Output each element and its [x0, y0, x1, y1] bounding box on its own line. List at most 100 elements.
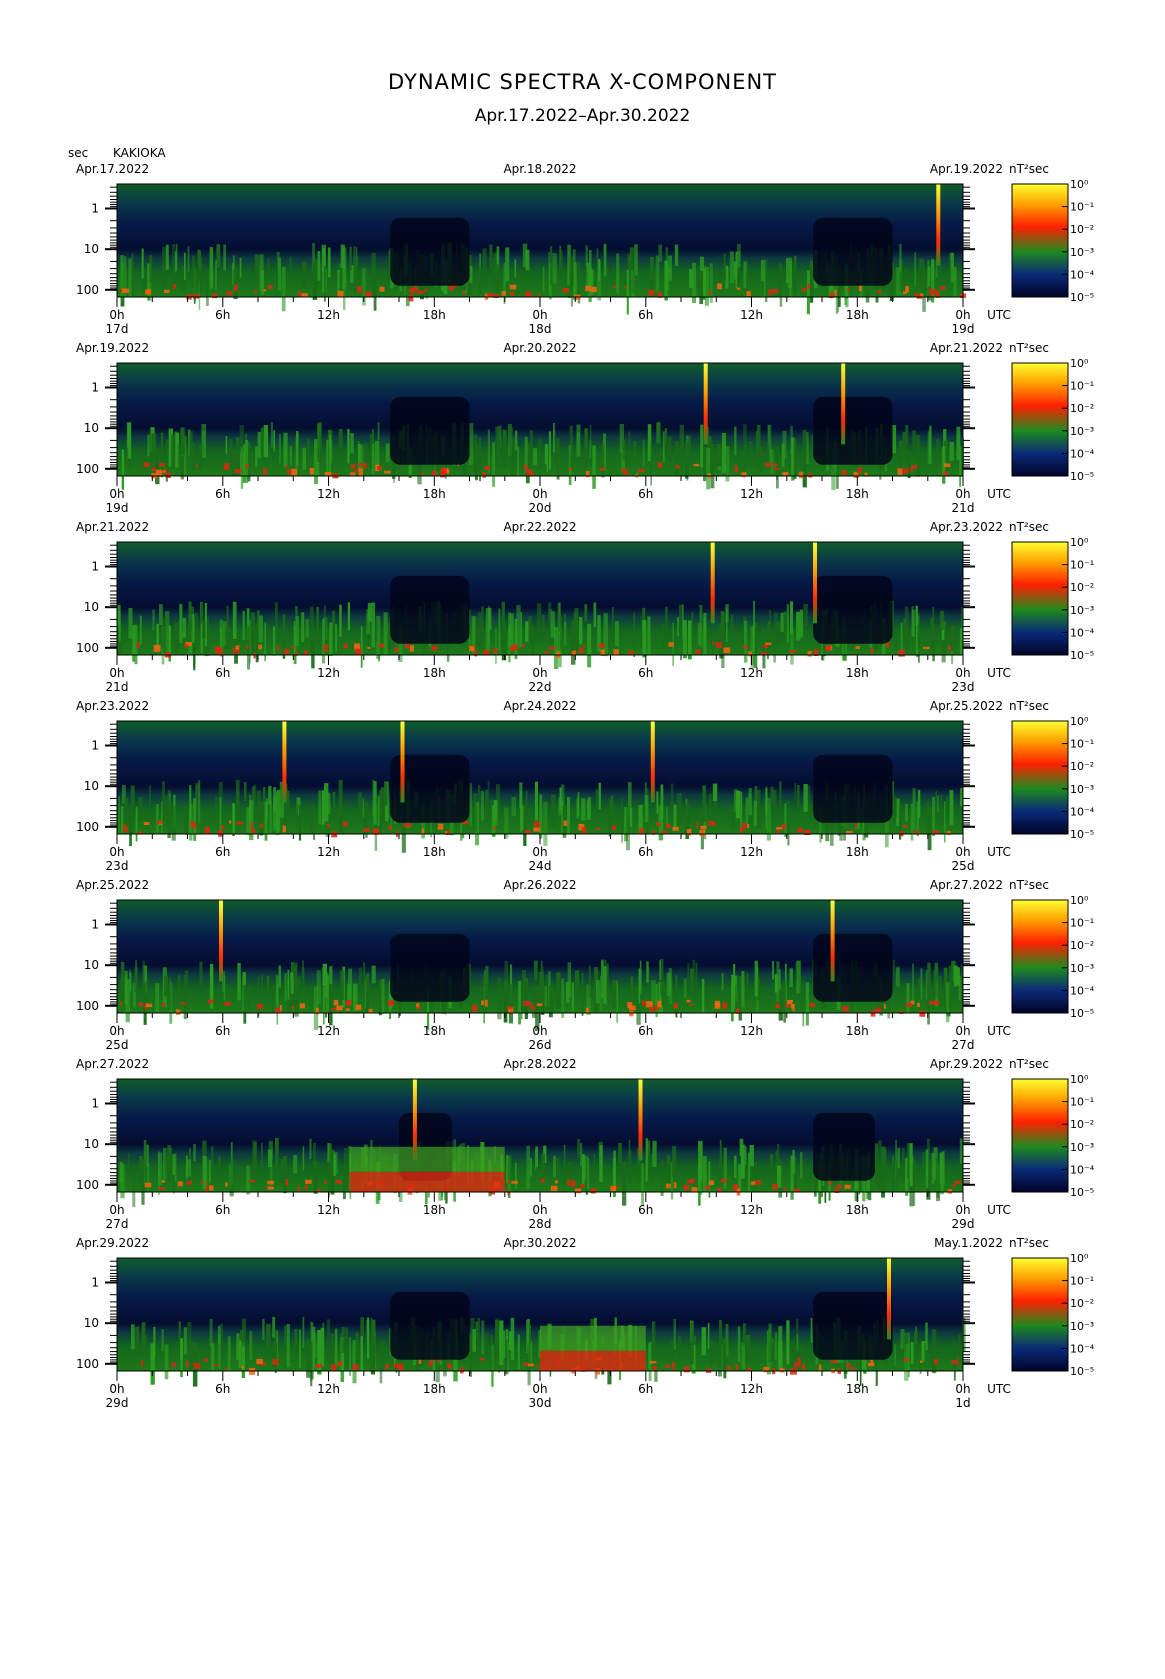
spectrogram-speckle: [764, 645, 769, 648]
x-tick-label: 0h: [532, 308, 547, 322]
spectrogram-streak: [628, 1150, 632, 1183]
spectrogram-speckle: [324, 1180, 327, 1185]
spectrogram-speckle: [936, 290, 940, 293]
panel-mid-date: Apr.20.2022: [503, 341, 576, 355]
spectrogram-streak: [675, 975, 678, 1018]
spectrogram-streak: [507, 612, 511, 648]
spectrogram-streak: [171, 806, 176, 841]
spectrogram-streak: [182, 618, 187, 638]
spectrogram-streak: [482, 248, 487, 285]
spectrogram-speckle: [897, 468, 903, 475]
spectrogram-streak: [936, 1165, 940, 1202]
spectrogram-streak: [570, 266, 573, 307]
spectrogram-streak: [802, 429, 807, 457]
spectrogram-streak: [949, 790, 954, 825]
spectrogram-streak: [232, 601, 237, 640]
spectrogram-streak: [274, 1331, 277, 1373]
spectrogram-streak: [660, 1160, 664, 1196]
spectrogram-speckle: [646, 1001, 653, 1008]
spectrogram-speckle: [285, 1179, 288, 1186]
spectrogram-speckle: [846, 1363, 851, 1368]
spectrogram-streak: [884, 1148, 887, 1179]
spectrogram-streak: [469, 265, 473, 283]
spectrogram-speckle: [171, 1362, 176, 1368]
spectrogram-streak: [388, 250, 391, 287]
spectrogram-streak: [485, 790, 488, 822]
spectrogram-speckle: [709, 1180, 715, 1185]
spectrogram-streak: [741, 971, 745, 1008]
spectrogram-streak: [509, 426, 514, 464]
spectrogram-speckle: [377, 466, 382, 471]
spectrogram-streak: [526, 1145, 530, 1189]
spectrogram-speckle: [801, 288, 807, 292]
spectrogram-streak: [253, 784, 257, 812]
spectrogram-streak: [530, 1158, 532, 1177]
colorbar-tick-label: 10⁻⁴: [1070, 984, 1095, 997]
spectrogram-speckle: [686, 999, 691, 1003]
spectrogram-streak: [507, 1154, 512, 1180]
spectrogram-speckle: [723, 647, 731, 653]
x-tick-label: 0h: [532, 487, 547, 501]
spectrogram-streak: [237, 963, 241, 1001]
colorbar-tick-label: 10⁻²: [1070, 402, 1094, 415]
spectrogram-speckle: [834, 289, 837, 297]
spectrogram-streak: [314, 1331, 317, 1358]
spectrogram-streak: [915, 605, 918, 626]
day-label: 19d: [106, 501, 129, 515]
spectrogram-speckle: [507, 1180, 510, 1185]
x-tick-label: 12h: [317, 1024, 340, 1038]
spectrogram-speckle: [956, 1358, 959, 1366]
spectrogram-streak: [754, 960, 758, 997]
spectrogram-streak: [744, 444, 747, 470]
spectrogram-streak: [613, 1150, 616, 1191]
spectrogram-speckle: [841, 469, 847, 476]
spectrogram-speckle: [481, 1000, 484, 1005]
spectrogram-streak: [287, 970, 290, 1000]
spectrogram-streak: [796, 1333, 799, 1351]
spectrogram-streak: [311, 628, 315, 669]
spectrogram-speckle: [482, 472, 486, 478]
panel-end-date: Apr.25.2022: [930, 699, 1003, 713]
spectrogram-streak: [249, 1331, 253, 1360]
spectrogram-streak: [479, 266, 482, 296]
spectrogram-streak: [790, 425, 793, 455]
spectrogram-speckle: [623, 471, 629, 475]
spectrogram-streak: [377, 422, 380, 441]
spectrogram-speckle: [657, 1000, 662, 1008]
spectrogram-streak: [252, 1140, 257, 1176]
spectrogram-streak: [382, 1341, 385, 1371]
spectrogram-speckle: [122, 288, 129, 293]
spectrogram-streak: [522, 243, 528, 268]
spectrogram-streak: [743, 261, 747, 288]
spectrogram-streak: [581, 798, 586, 821]
spectrogram-speckle: [193, 824, 197, 830]
colorbar-tick-label: 10⁻⁵: [1070, 649, 1094, 662]
panel-end-date: May.1.2022: [934, 1236, 1003, 1250]
colorbar-tick-label: 10⁻²: [1070, 581, 1094, 594]
spectrogram-streak: [912, 430, 917, 449]
spectrogram-speckle: [855, 646, 860, 650]
spectrogram-streak: [495, 264, 500, 296]
spectrogram-streak: [604, 243, 607, 277]
spectrogram-streak: [960, 976, 963, 1011]
spectrogram-streak: [776, 621, 781, 644]
spectrogram-speckle: [342, 821, 348, 827]
spectrogram-speckle: [413, 286, 418, 291]
spectrogram-streak: [199, 250, 202, 294]
x-tick-label: 6h: [638, 1024, 653, 1038]
spectrogram-streak: [922, 268, 926, 312]
spectrogram-streak: [329, 622, 333, 656]
spectrogram-streak: [650, 256, 654, 294]
spectrogram-speckle: [830, 1360, 838, 1364]
spectrogram-streak: [278, 257, 282, 291]
x-tick-label: 12h: [740, 487, 763, 501]
spectrogram-streak: [639, 969, 642, 995]
spectrogram-streak: [677, 617, 679, 637]
pulsation-burst: [703, 363, 708, 445]
spectrogram-streak: [699, 1153, 703, 1195]
spectrogram-speckle: [913, 830, 921, 833]
x-tick-label: 18h: [846, 666, 869, 680]
spectrogram-speckle: [672, 826, 679, 831]
spectrogram-speckle: [807, 283, 811, 289]
colorbar-tick-label: 10⁻³: [1070, 425, 1094, 438]
